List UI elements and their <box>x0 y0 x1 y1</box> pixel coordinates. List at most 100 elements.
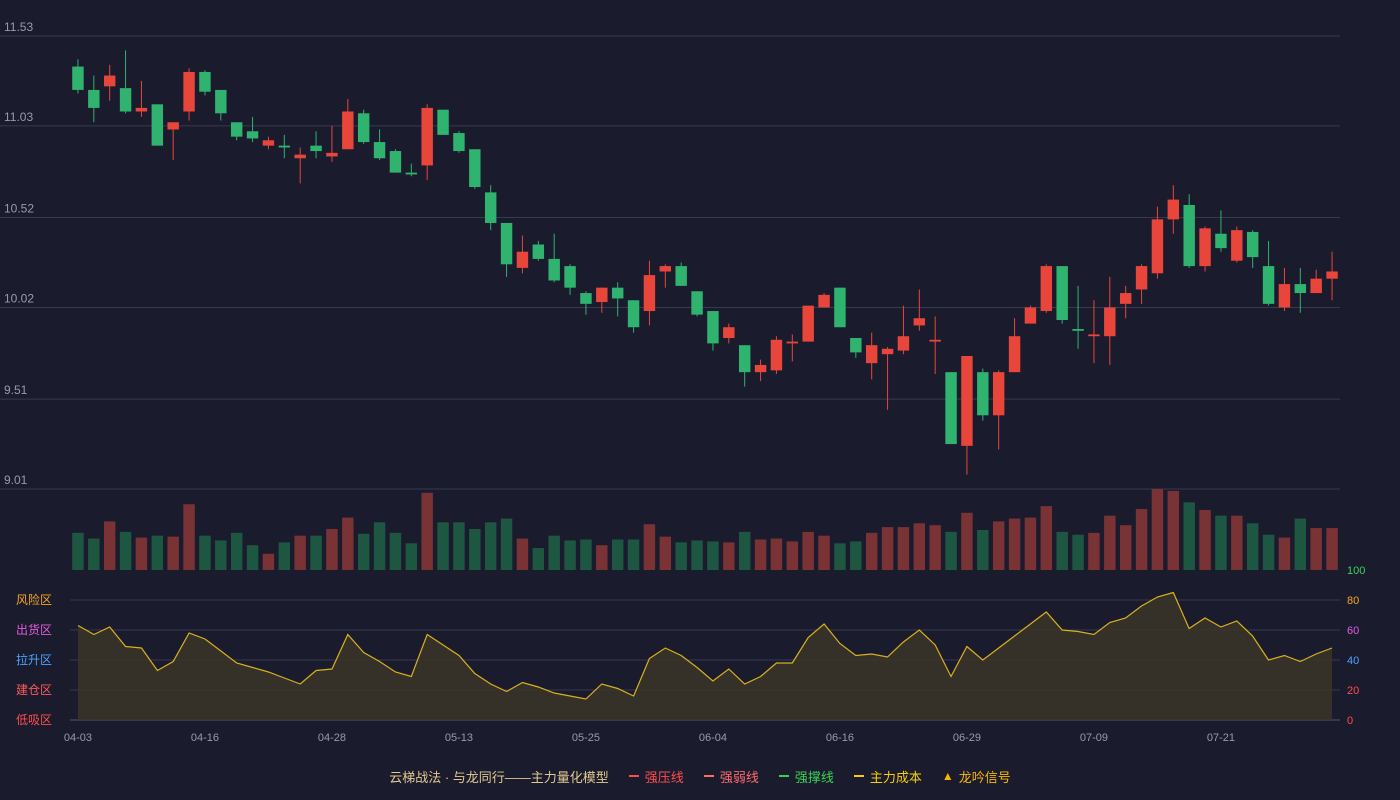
candle <box>1215 210 1227 252</box>
candle <box>167 122 179 161</box>
candle <box>738 345 751 387</box>
candle <box>611 282 624 317</box>
volume-bar <box>389 532 402 570</box>
volume-bar <box>1278 537 1291 570</box>
candle-body <box>1246 231 1259 258</box>
volume-bar <box>342 517 354 570</box>
volume-bar <box>992 521 1005 570</box>
candle-body <box>1262 266 1275 304</box>
date-tick-label: 04-28 <box>318 732 346 744</box>
candle <box>929 316 941 374</box>
candle <box>1040 264 1053 313</box>
legend-label-support: 强撑线 <box>794 769 834 785</box>
candle <box>786 334 799 362</box>
zone-label: 拉升区 <box>16 652 52 667</box>
volume-bar <box>1231 515 1243 570</box>
volume-bar <box>72 532 84 570</box>
candle <box>1104 276 1116 365</box>
legend-item-support: 强撑线 <box>778 767 834 786</box>
volume-bar <box>88 538 100 570</box>
candle-body <box>707 311 719 344</box>
candle <box>262 136 275 150</box>
candle <box>278 134 291 159</box>
candle-body <box>865 345 878 364</box>
price-tick-label: 11.53 <box>4 20 33 34</box>
candle-body <box>802 305 814 342</box>
candle-body <box>72 66 84 90</box>
volume-bar <box>1135 509 1148 570</box>
legend-label-strength: 强弱线 <box>719 769 759 785</box>
candle-body <box>611 287 624 299</box>
grid-layer <box>0 35 1340 490</box>
volume-bar <box>564 540 576 570</box>
osc-tick-label: 80 <box>1347 595 1359 607</box>
volume-bar <box>151 535 164 570</box>
candle <box>1072 285 1084 349</box>
solid-line-icon <box>628 775 639 777</box>
candle <box>1024 305 1037 324</box>
candle <box>723 323 735 344</box>
volume-bar <box>1246 523 1259 570</box>
candle <box>532 240 545 261</box>
candle-body <box>1040 266 1053 312</box>
candle <box>199 70 211 96</box>
volume-bar <box>294 535 306 570</box>
volume-bar <box>675 542 687 570</box>
zone-labels: 风险区出货区拉升区建仓区低吸区 <box>16 592 52 727</box>
volume-bar <box>580 539 592 570</box>
solid-line-icon <box>778 775 789 777</box>
volume-bar <box>913 523 926 570</box>
volume-bar <box>945 531 957 570</box>
volume-bar <box>1104 515 1116 570</box>
candle <box>183 68 195 121</box>
volume-bar <box>1262 534 1275 570</box>
candle <box>992 370 1005 450</box>
date-tick-label: 04-03 <box>64 732 92 744</box>
volume-bar <box>469 529 481 570</box>
candle <box>865 332 878 380</box>
candle <box>421 104 433 180</box>
candle <box>961 355 973 475</box>
volume-bar <box>310 535 322 570</box>
candle-body <box>738 345 751 373</box>
volume-bar <box>167 536 179 570</box>
oscillator-area <box>78 592 1332 720</box>
candle-body <box>643 275 656 312</box>
volume-bar <box>1183 502 1195 570</box>
candle <box>230 122 243 141</box>
candle <box>1262 240 1275 306</box>
candle-body <box>246 131 259 139</box>
candle-body <box>564 266 576 288</box>
volume-bar <box>500 518 513 570</box>
volume-bar <box>453 522 465 570</box>
volume-bar <box>405 543 418 570</box>
volume-bar <box>850 541 862 570</box>
candle-body <box>230 122 243 137</box>
candle <box>945 372 957 445</box>
candle-body <box>1199 228 1211 267</box>
candle-body <box>548 258 560 281</box>
volume-bar <box>1167 490 1180 570</box>
legend-label-resistance: 强压线 <box>644 769 684 785</box>
candle-body <box>389 151 402 173</box>
candle <box>1119 285 1132 319</box>
volume-bar <box>929 525 941 570</box>
candle <box>103 64 116 101</box>
volume-bar <box>1072 534 1084 570</box>
zone-label: 低吸区 <box>16 713 52 727</box>
candle <box>1246 230 1259 268</box>
volume-bar <box>865 532 878 570</box>
volume-bar <box>627 539 640 570</box>
candle-body <box>1008 336 1021 373</box>
legend: 云梯战法 · 与龙同行——主力量化模型 强压线 强弱线 强撑线 主力成本 ▲ 龙… <box>0 766 1400 786</box>
candle <box>500 222 513 277</box>
volume-bar <box>326 529 338 570</box>
volume-bar <box>1151 489 1164 570</box>
candle-body <box>1215 233 1227 249</box>
candle <box>1183 194 1195 268</box>
volume-bar <box>199 535 211 570</box>
candle-body <box>500 222 513 265</box>
candle-body <box>881 348 894 355</box>
candle <box>675 262 687 286</box>
candle <box>405 163 418 177</box>
